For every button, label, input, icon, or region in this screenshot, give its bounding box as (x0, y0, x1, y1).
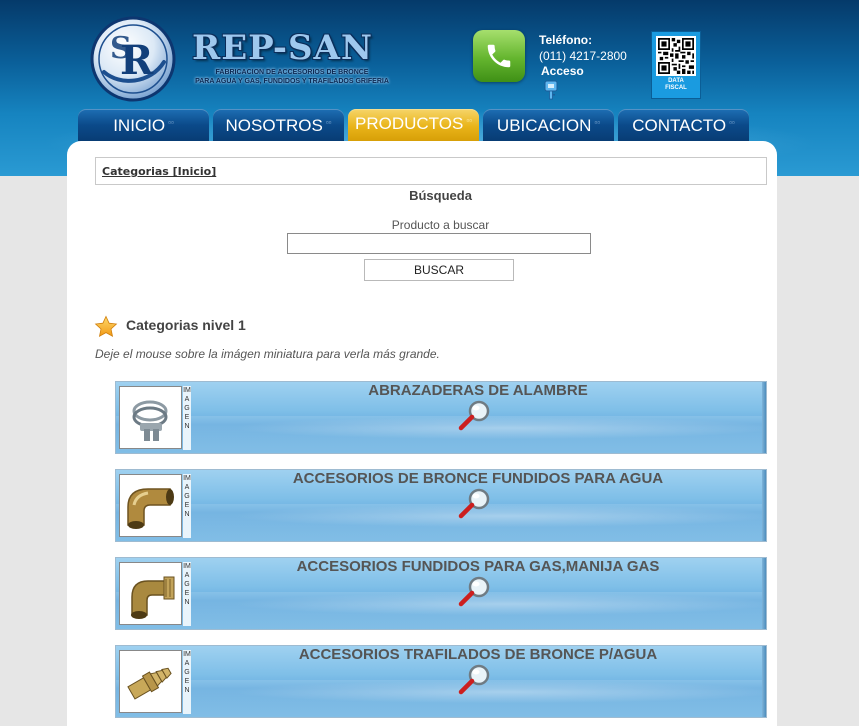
row-wave (116, 416, 766, 453)
brand-name: REP-SAN (192, 28, 374, 68)
tab-nosotros-label: NOSOTROS (225, 116, 323, 135)
category-title[interactable]: ACCESORIOS FUNDIDOS PARA GAS,MANIJA GAS (192, 558, 764, 576)
tab-contacto-label: CONTACTO (632, 116, 727, 135)
search-title: Búsqueda (409, 188, 472, 203)
category-thumbnail[interactable] (119, 474, 182, 537)
access-link[interactable]: Acceso (541, 64, 584, 78)
contact-info: Teléfono: (011) 4217-2800 (539, 32, 627, 64)
gas-elbow-image (120, 563, 181, 624)
category-title[interactable]: ACCESORIOS DE BRONCE FUNDIDOS PARA AGUA (192, 470, 764, 488)
category-title[interactable]: ACCESORIOS TRAFILADOS DE BRONCE P/AGUA (192, 646, 764, 664)
hover-hint: Deje el mouse sobre la imágen miniatura … (95, 347, 440, 361)
thumbnail-label: IMAGEN (183, 386, 191, 450)
category-thumbnail[interactable] (119, 562, 182, 625)
categories-heading: Categorias nivel 1 (126, 317, 246, 333)
category-row[interactable]: IMAGEN ACCESORIOS TRAFILADOS DE BRONCE P… (115, 645, 767, 718)
svg-text:S: S (110, 31, 132, 66)
phone-label: Teléfono: (539, 33, 593, 47)
phone-icon[interactable] (473, 30, 525, 82)
qr-label-line-2: FISCAL (665, 85, 687, 91)
magnifier-icon[interactable] (458, 487, 492, 521)
tab-inicio[interactable]: INICIO ▫▫ (78, 109, 209, 141)
star-icon (94, 315, 118, 337)
tab-contacto[interactable]: CONTACTO ▫▫ (618, 109, 749, 141)
magnifier-icon[interactable] (458, 575, 492, 609)
search-label: Producto a buscar (391, 218, 490, 232)
category-row[interactable]: IMAGEN ACCESORIOS FUNDIDOS PARA GAS,MANI… (115, 557, 767, 630)
tab-nosotros[interactable]: NOSOTROS ▫▫ (213, 109, 344, 141)
tab-inicio-label: INICIO (113, 116, 166, 135)
tab-ubicacion[interactable]: UBICACION ▫▫ (483, 109, 614, 141)
key-icon[interactable] (544, 80, 558, 100)
qr-label-line-1: DATA (668, 78, 684, 84)
content-card: Categorias [Inicio] Búsqueda Producto a … (67, 141, 777, 726)
category-thumbnail[interactable] (119, 650, 182, 713)
thumbnail-label: IMAGEN (183, 474, 191, 538)
search-input[interactable] (287, 233, 591, 254)
category-row[interactable]: IMAGEN ACCESORIOS DE BRONCE FUNDIDOS PAR… (115, 469, 767, 542)
search-button[interactable]: BUSCAR (364, 259, 514, 281)
breadcrumb[interactable]: Categorias [Inicio] (102, 165, 216, 178)
brand-tagline: FABRICACION DE ACCESORIOS DE BRONCE PARA… (172, 68, 412, 86)
clamp-image (120, 387, 181, 448)
phone-number: (011) 4217-2800 (539, 49, 627, 63)
breadcrumb-box: Categorias [Inicio] (95, 157, 767, 185)
rs-logo-icon[interactable]: R S (90, 16, 176, 102)
category-thumbnail[interactable] (119, 386, 182, 449)
tab-productos-label: PRODUCTOS (355, 114, 464, 133)
data-fiscal-qr[interactable]: DATA FISCAL (651, 31, 701, 99)
row-wave (116, 680, 766, 717)
thumbnail-label: IMAGEN (183, 562, 191, 626)
category-row[interactable]: IMAGEN ABRAZADERAS DE ALAMBRE (115, 381, 767, 454)
magnifier-icon[interactable] (458, 399, 492, 433)
tagline-line-1: FABRICACION DE ACCESORIOS DE BRONCE (215, 69, 369, 76)
elbow-image (120, 475, 181, 536)
qr-label: DATA FISCAL (665, 78, 687, 92)
thumbnail-label: IMAGEN (183, 650, 191, 714)
row-wave (116, 504, 766, 541)
category-title[interactable]: ABRAZADERAS DE ALAMBRE (192, 382, 764, 400)
qr-code-icon (656, 36, 696, 76)
tab-ubicacion-label: UBICACION (496, 116, 592, 135)
hose-barb-image (120, 651, 181, 712)
row-wave (116, 592, 766, 629)
magnifier-icon[interactable] (458, 663, 492, 697)
tagline-line-2: PARA AGUA Y GAS, FUNDIDOS Y TRAFILADOS G… (195, 78, 389, 85)
tab-productos[interactable]: PRODUCTOS ▫▫ (348, 109, 479, 141)
